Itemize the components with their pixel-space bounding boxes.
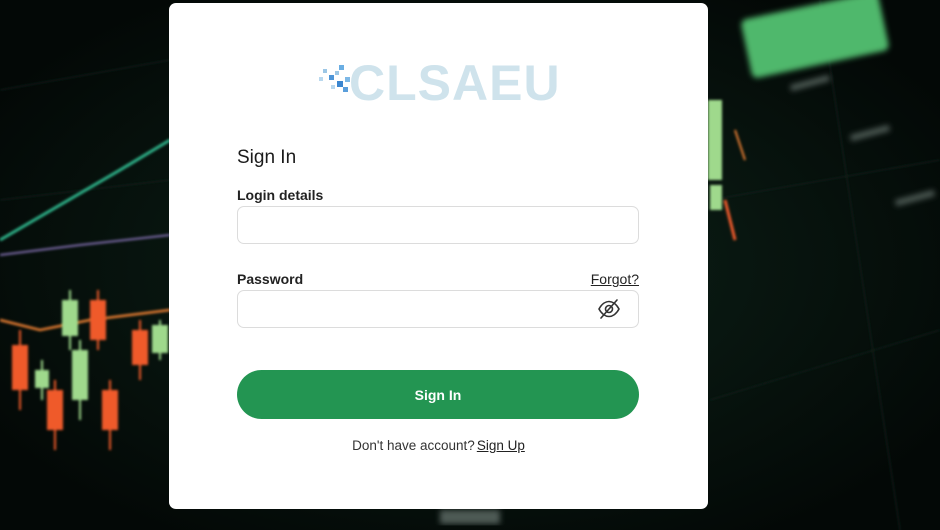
brand-logo: CLSAEU	[317, 55, 562, 111]
sign-up-link[interactable]: Sign Up	[477, 438, 525, 453]
login-details-input[interactable]	[237, 206, 639, 244]
login-details-label: Login details	[237, 187, 324, 203]
password-label: Password	[237, 271, 304, 287]
sign-in-card: CLSAEU Sign In Login details Password Fo…	[169, 3, 708, 509]
brand-logo-text: CLSAEU	[349, 55, 561, 111]
signup-prompt: Don't have account? Sign Up	[169, 438, 708, 453]
no-account-text: Don't have account?	[352, 438, 475, 453]
sign-in-button[interactable]: Sign In	[237, 370, 639, 419]
password-input[interactable]	[237, 290, 639, 328]
eye-slash-icon[interactable]	[597, 297, 621, 321]
page-title: Sign In	[237, 147, 297, 168]
forgot-password-link[interactable]: Forgot?	[591, 271, 639, 287]
